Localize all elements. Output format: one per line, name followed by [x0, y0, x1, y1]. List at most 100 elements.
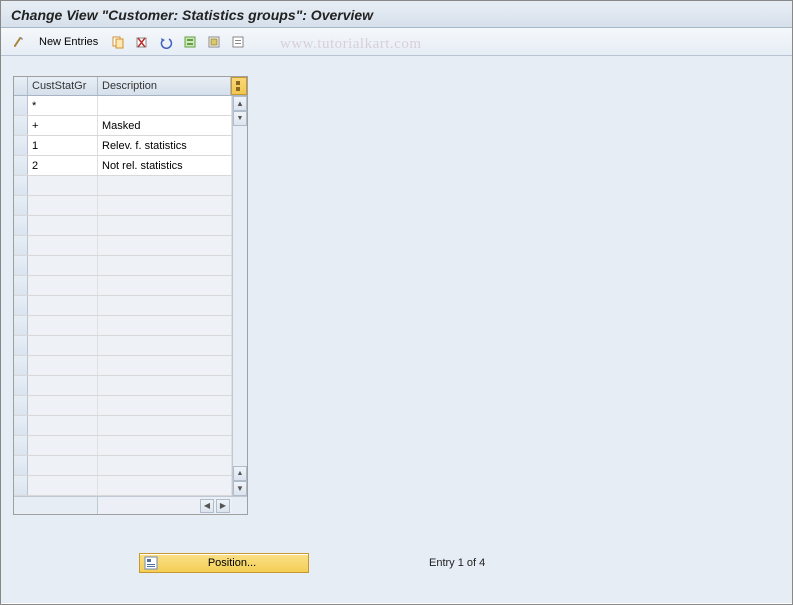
row-selector[interactable] [14, 456, 28, 475]
table-row: * [14, 96, 232, 116]
new-entries-label: New Entries [39, 36, 98, 48]
row-selector[interactable] [14, 276, 28, 295]
cell-desc[interactable] [98, 316, 232, 335]
toggle-display-icon[interactable] [9, 32, 29, 52]
cell-code[interactable] [28, 256, 98, 275]
cell-desc[interactable] [98, 336, 232, 355]
row-selector[interactable] [14, 476, 28, 495]
cell-code[interactable] [28, 296, 98, 315]
cell-code[interactable] [28, 456, 98, 475]
row-selector[interactable] [14, 236, 28, 255]
new-entries-button[interactable]: New Entries [33, 34, 104, 50]
delete-icon[interactable] [132, 32, 152, 52]
cell-code[interactable] [28, 236, 98, 255]
column-header-custstatgr[interactable]: CustStatGr [28, 77, 98, 95]
cell-desc[interactable]: Masked [98, 116, 232, 135]
table-settings-icon [236, 81, 242, 91]
cell-code[interactable] [28, 196, 98, 215]
hscroll-spacer [14, 497, 98, 514]
cell-desc[interactable] [98, 256, 232, 275]
row-selector[interactable] [14, 256, 28, 275]
copy-as-icon[interactable] [108, 32, 128, 52]
cell-desc[interactable] [98, 456, 232, 475]
cell-desc[interactable] [98, 356, 232, 375]
cell-code[interactable] [28, 316, 98, 335]
row-selector[interactable] [14, 136, 28, 155]
row-selector[interactable] [14, 296, 28, 315]
row-selector[interactable] [14, 376, 28, 395]
row-selector[interactable] [14, 176, 28, 195]
table-settings-button[interactable] [231, 77, 247, 95]
cell-desc[interactable] [98, 96, 232, 115]
scroll-corner [232, 497, 247, 514]
table-row [14, 376, 232, 396]
select-all-icon[interactable] [180, 32, 200, 52]
cell-code[interactable] [28, 336, 98, 355]
vertical-scrollbar[interactable]: ▲ ▼ ▲ ▼ [232, 96, 247, 496]
table-row [14, 196, 232, 216]
row-selector-header[interactable] [14, 77, 28, 95]
cell-desc[interactable] [98, 376, 232, 395]
cell-code[interactable] [28, 176, 98, 195]
table-rows: * +Masked 1Relev. f. statistics 2Not rel… [14, 96, 232, 496]
content-area: CustStatGr Description * +Masked 1Relev.… [1, 56, 792, 603]
scroll-up-button[interactable]: ▲ [233, 96, 247, 111]
scroll-down-button[interactable]: ▼ [233, 481, 247, 496]
hscroll-track[interactable]: ◀ ▶ [98, 497, 232, 514]
cell-desc[interactable] [98, 396, 232, 415]
cell-desc[interactable] [98, 276, 232, 295]
cell-desc[interactable] [98, 476, 232, 495]
cell-code[interactable]: 2 [28, 156, 98, 175]
select-block-icon[interactable] [204, 32, 224, 52]
scroll-page-down-button[interactable]: ▲ [233, 466, 247, 481]
deselect-all-icon[interactable] [228, 32, 248, 52]
cell-code[interactable] [28, 276, 98, 295]
cell-desc[interactable] [98, 436, 232, 455]
cell-code[interactable] [28, 376, 98, 395]
table-row: 1Relev. f. statistics [14, 136, 232, 156]
cell-desc[interactable] [98, 216, 232, 235]
scroll-right-button[interactable]: ▶ [216, 499, 230, 513]
row-selector[interactable] [14, 316, 28, 335]
cell-desc[interactable]: Not rel. statistics [98, 156, 232, 175]
row-selector[interactable] [14, 216, 28, 235]
cell-desc[interactable] [98, 196, 232, 215]
cell-code[interactable]: * [28, 96, 98, 115]
table-row [14, 276, 232, 296]
cell-code[interactable]: 1 [28, 136, 98, 155]
row-selector[interactable] [14, 96, 28, 115]
cell-desc[interactable] [98, 416, 232, 435]
scroll-left-button[interactable]: ◀ [200, 499, 214, 513]
cell-code[interactable] [28, 416, 98, 435]
cell-code[interactable] [28, 356, 98, 375]
cell-desc[interactable] [98, 236, 232, 255]
table-row [14, 456, 232, 476]
table-row [14, 176, 232, 196]
row-selector[interactable] [14, 116, 28, 135]
table-row [14, 236, 232, 256]
table-row: 2Not rel. statistics [14, 156, 232, 176]
table-row [14, 356, 232, 376]
scroll-page-up-button[interactable]: ▼ [233, 111, 247, 126]
cell-code[interactable] [28, 396, 98, 415]
row-selector[interactable] [14, 336, 28, 355]
table-container: CustStatGr Description * +Masked 1Relev.… [13, 76, 248, 515]
cell-code[interactable] [28, 476, 98, 495]
scroll-track[interactable] [233, 126, 247, 466]
cell-desc[interactable] [98, 296, 232, 315]
undo-icon[interactable] [156, 32, 176, 52]
cell-code[interactable]: + [28, 116, 98, 135]
column-header-description[interactable]: Description [98, 77, 231, 95]
row-selector[interactable] [14, 156, 28, 175]
position-button[interactable]: Position... [139, 553, 309, 573]
row-selector[interactable] [14, 396, 28, 415]
row-selector[interactable] [14, 436, 28, 455]
cell-code[interactable] [28, 436, 98, 455]
table-row [14, 416, 232, 436]
cell-desc[interactable]: Relev. f. statistics [98, 136, 232, 155]
row-selector[interactable] [14, 196, 28, 215]
cell-desc[interactable] [98, 176, 232, 195]
row-selector[interactable] [14, 416, 28, 435]
row-selector[interactable] [14, 356, 28, 375]
cell-code[interactable] [28, 216, 98, 235]
